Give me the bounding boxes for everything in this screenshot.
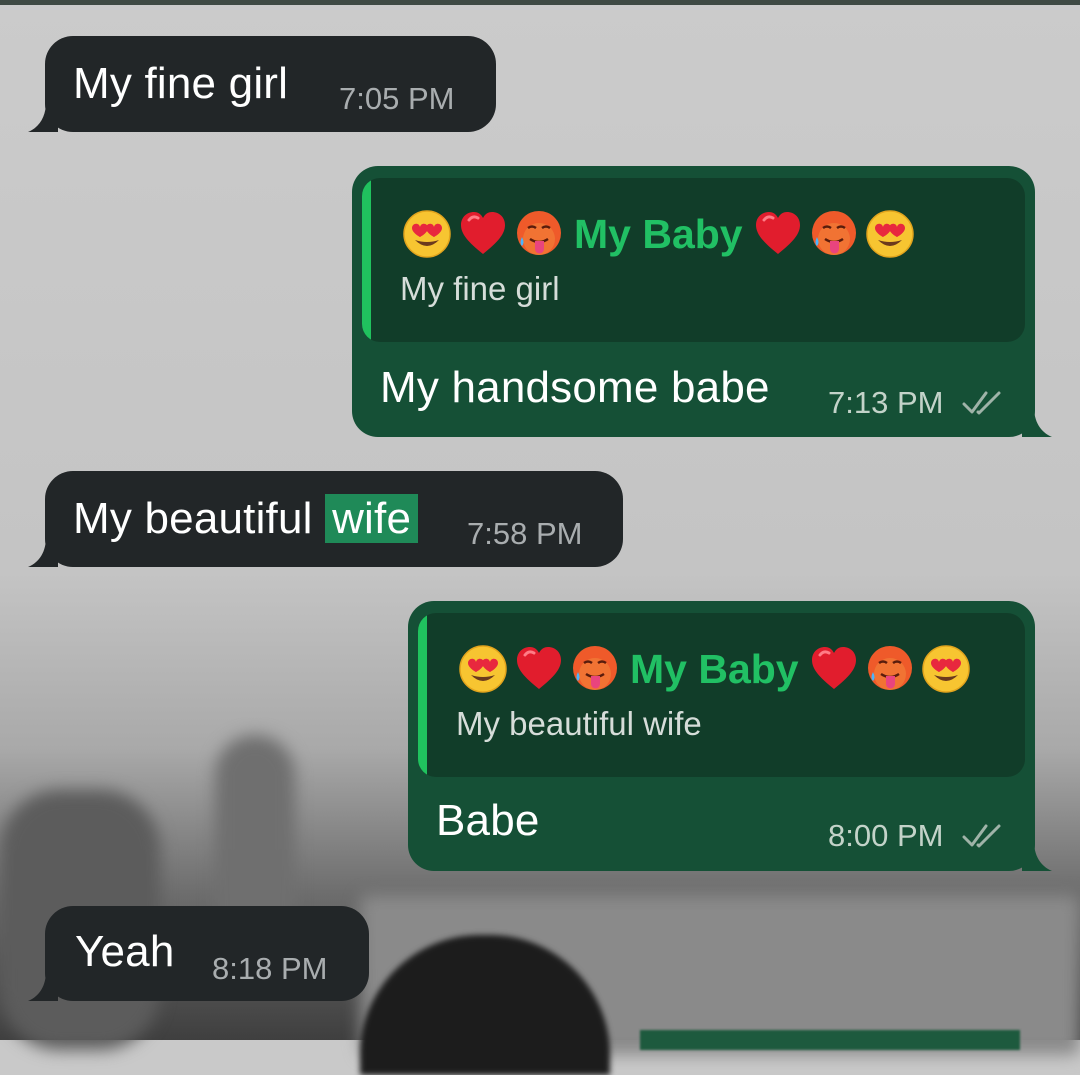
quote-accent-bar bbox=[418, 613, 427, 777]
bubble-tail bbox=[1022, 407, 1052, 437]
next-bubble-edge bbox=[640, 1030, 1020, 1050]
message-text: Babe bbox=[436, 796, 540, 845]
double-check-icon bbox=[962, 823, 1006, 849]
reply-quote[interactable]: My Baby My beautiful wife bbox=[418, 613, 1025, 777]
heart-eyes-emoji bbox=[921, 644, 971, 694]
red-heart-emoji bbox=[753, 209, 803, 259]
red-heart-emoji bbox=[809, 644, 859, 694]
hot-face-emoji bbox=[809, 209, 859, 259]
outgoing-message[interactable]: My Baby My fine girl My handsome babe 7:… bbox=[352, 166, 1035, 437]
red-heart-emoji bbox=[458, 209, 508, 259]
message-time: 7:58 PM bbox=[467, 516, 583, 551]
quote-sender: My Baby bbox=[402, 208, 921, 260]
message-text: My beautiful wife bbox=[73, 494, 419, 543]
hot-face-emoji bbox=[865, 644, 915, 694]
message-text-start: My beautiful bbox=[73, 494, 313, 543]
incoming-message[interactable]: Yeah 8:18 PM bbox=[45, 906, 369, 1001]
red-heart-emoji bbox=[514, 644, 564, 694]
bubble-tail bbox=[28, 102, 58, 132]
outgoing-message[interactable]: My Baby My beautiful wife Babe 8:00 PM bbox=[408, 601, 1035, 871]
reply-quote[interactable]: My Baby My fine girl bbox=[362, 178, 1025, 342]
quote-text: My fine girl bbox=[400, 270, 560, 307]
message-text: Yeah bbox=[75, 927, 175, 976]
search-highlight: wife bbox=[325, 494, 419, 543]
quote-sender-name: My Baby bbox=[630, 645, 799, 692]
message-time: 8:00 PM bbox=[828, 818, 944, 853]
incoming-message[interactable]: My beautiful wife 7:58 PM bbox=[45, 471, 623, 567]
message-text: My fine girl bbox=[73, 59, 289, 108]
quote-sender: My Baby bbox=[458, 643, 977, 695]
message-time: 8:18 PM bbox=[212, 951, 328, 986]
hot-face-emoji bbox=[514, 209, 564, 259]
quote-accent-bar bbox=[362, 178, 371, 342]
message-time: 7:05 PM bbox=[339, 81, 455, 116]
bubble-tail bbox=[28, 971, 58, 1001]
top-divider bbox=[0, 0, 1080, 5]
heart-eyes-emoji bbox=[402, 209, 452, 259]
bubble-tail bbox=[1022, 841, 1052, 871]
hot-face-emoji bbox=[570, 644, 620, 694]
heart-eyes-emoji bbox=[865, 209, 915, 259]
incoming-message[interactable]: My fine girl 7:05 PM bbox=[45, 36, 496, 132]
message-time: 7:13 PM bbox=[828, 385, 944, 420]
quote-text: My beautiful wife bbox=[456, 705, 702, 742]
bubble-tail bbox=[28, 537, 58, 567]
quote-sender-name: My Baby bbox=[574, 210, 743, 257]
heart-eyes-emoji bbox=[458, 644, 508, 694]
double-check-icon bbox=[962, 390, 1006, 416]
message-text: My handsome babe bbox=[380, 363, 770, 412]
